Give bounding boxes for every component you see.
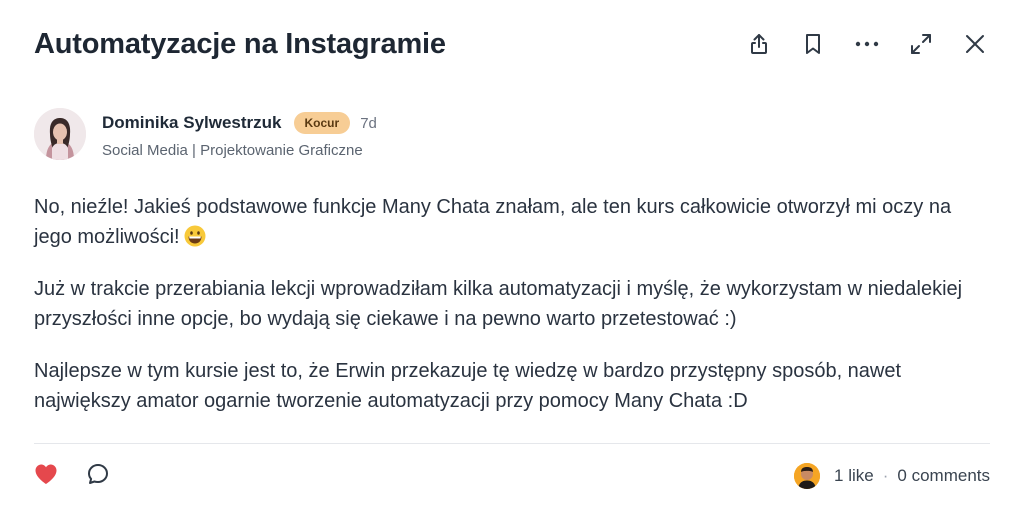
post-body: No, nieźle! Jakieś podstawowe funkcje Ma… <box>34 192 994 438</box>
more-icon <box>855 41 879 47</box>
likes-count[interactable]: 1 like <box>834 466 874 486</box>
post-paragraph-text: No, nieźle! Jakieś podstawowe funkcje Ma… <box>34 196 952 248</box>
author-avatar[interactable] <box>34 108 86 160</box>
header-actions <box>744 29 990 59</box>
post-footer: 1 like · 0 comments <box>34 458 990 494</box>
grinning-emoji-icon <box>184 225 206 247</box>
liker-avatar-image <box>794 463 821 489</box>
more-options-button[interactable] <box>852 29 882 59</box>
close-icon <box>966 35 984 53</box>
reaction-actions <box>34 462 110 491</box>
author-name[interactable]: Dominika Sylwestrzuk <box>102 113 282 133</box>
engagement-summary: 1 like · 0 comments <box>794 463 990 489</box>
liker-avatar[interactable] <box>794 463 821 489</box>
post-time[interactable]: 7d <box>360 115 377 132</box>
footer-divider <box>34 443 990 444</box>
share-button[interactable] <box>744 29 774 59</box>
like-button[interactable] <box>34 463 58 490</box>
post-paragraph: Najlepsze w tym kursie jest to, że Erwin… <box>34 360 902 412</box>
share-icon <box>751 34 767 54</box>
heart-icon <box>35 464 57 484</box>
author-avatar-image <box>34 108 86 160</box>
expand-button[interactable] <box>906 29 936 59</box>
comment-icon <box>88 463 108 484</box>
post-header: Automatyzacje na Instagramie <box>34 20 990 68</box>
author-name-row: Dominika Sylwestrzuk Kocur 7d <box>102 108 377 138</box>
close-button[interactable] <box>960 29 990 59</box>
post-title: Automatyzacje na Instagramie <box>34 27 446 60</box>
separator-dot: · <box>882 466 889 485</box>
bookmark-icon <box>806 34 820 54</box>
comments-count[interactable]: 0 comments <box>897 466 990 486</box>
author-meta: Dominika Sylwestrzuk Kocur 7d Social Med… <box>102 108 377 159</box>
expand-icon <box>911 34 931 54</box>
post-paragraph: No, nieźle! Jakieś podstawowe funkcje Ma… <box>34 192 994 252</box>
post-paragraph: Już w trakcie przerabiania lekcji wprowa… <box>34 278 963 330</box>
author-block: Dominika Sylwestrzuk Kocur 7d Social Med… <box>34 108 377 160</box>
comment-button[interactable] <box>86 462 110 491</box>
bookmark-button[interactable] <box>798 29 828 59</box>
author-badge: Kocur <box>293 112 351 134</box>
post-category: Social Media | Projektowanie Graficzne <box>102 142 363 159</box>
